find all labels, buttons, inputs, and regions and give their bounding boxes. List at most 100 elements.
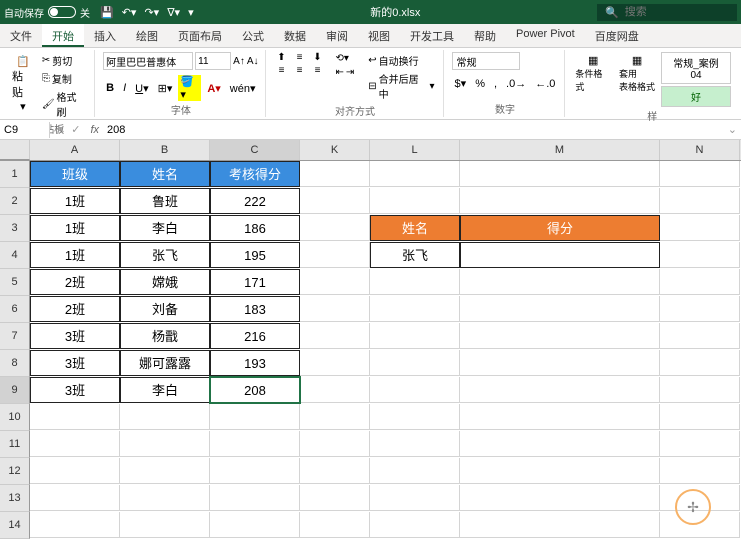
cell-B6[interactable]: 刘备 — [120, 296, 210, 322]
col-header-L[interactable]: L — [370, 140, 460, 160]
align-left-icon[interactable]: ≡ — [274, 65, 290, 76]
cell-B8[interactable]: 娜可露露 — [120, 350, 210, 376]
search-input[interactable] — [625, 6, 729, 18]
cell-C2[interactable]: 222 — [210, 188, 300, 214]
cell-A11[interactable] — [30, 431, 120, 457]
cell-C7[interactable]: 216 — [210, 323, 300, 349]
cell-L13[interactable] — [370, 485, 460, 511]
cell-L1[interactable] — [370, 161, 460, 187]
cell-K14[interactable] — [300, 512, 370, 538]
col-header-M[interactable]: M — [460, 140, 660, 160]
cell-N2[interactable] — [660, 188, 740, 214]
cell-A14[interactable] — [30, 512, 120, 538]
cell-L6[interactable] — [370, 296, 460, 322]
cell-M4[interactable] — [460, 242, 660, 268]
cell-A12[interactable] — [30, 458, 120, 484]
cell-A1[interactable]: 班级 — [30, 161, 120, 187]
cell-B7[interactable]: 杨戬 — [120, 323, 210, 349]
tab-审阅[interactable]: 审阅 — [316, 24, 358, 47]
align-right-icon[interactable]: ≡ — [310, 65, 326, 76]
cell-A7[interactable]: 3班 — [30, 323, 120, 349]
cell-N3[interactable] — [660, 215, 740, 241]
italic-button[interactable]: I — [120, 81, 129, 95]
cell-N8[interactable] — [660, 350, 740, 376]
tab-视图[interactable]: 视图 — [358, 24, 400, 47]
select-all-corner[interactable] — [0, 140, 30, 160]
cell-K6[interactable] — [300, 296, 370, 322]
redo-icon[interactable]: ↷▾ — [144, 6, 159, 19]
cell-B2[interactable]: 鲁班 — [120, 188, 210, 214]
cell-L10[interactable] — [370, 404, 460, 430]
cell-A4[interactable]: 1班 — [30, 242, 120, 268]
cell-B13[interactable] — [120, 485, 210, 511]
tab-数据[interactable]: 数据 — [274, 24, 316, 47]
cell-A5[interactable]: 2班 — [30, 269, 120, 295]
paste-button[interactable]: 📋 粘贴 ▾ — [10, 52, 36, 115]
row-header-12[interactable]: 12 — [0, 458, 30, 485]
row-header-4[interactable]: 4 — [0, 242, 30, 269]
tab-Power Pivot[interactable]: Power Pivot — [506, 24, 585, 47]
row-header-11[interactable]: 11 — [0, 431, 30, 458]
cell-L4[interactable]: 张飞 — [370, 242, 460, 268]
row-header-7[interactable]: 7 — [0, 323, 30, 350]
row-header-3[interactable]: 3 — [0, 215, 30, 242]
filter-icon[interactable]: ∇▾ — [167, 6, 180, 19]
increase-decimal-icon[interactable]: .0→ — [503, 77, 529, 91]
currency-icon[interactable]: $▾ — [452, 76, 470, 91]
cell-C3[interactable]: 186 — [210, 215, 300, 241]
cell-K8[interactable] — [300, 350, 370, 376]
indent-decrease-icon[interactable]: ⇤ — [336, 67, 344, 78]
row-header-6[interactable]: 6 — [0, 296, 30, 323]
row-header-5[interactable]: 5 — [0, 269, 30, 296]
cell-K12[interactable] — [300, 458, 370, 484]
tab-开发工具[interactable]: 开发工具 — [400, 24, 464, 47]
row-header-2[interactable]: 2 — [0, 188, 30, 215]
row-header-9[interactable]: 9 — [0, 377, 30, 404]
tab-公式[interactable]: 公式 — [232, 24, 274, 47]
tab-百度网盘[interactable]: 百度网盘 — [585, 24, 649, 47]
cell-M2[interactable] — [460, 188, 660, 214]
cell-K3[interactable] — [300, 215, 370, 241]
cell-A10[interactable] — [30, 404, 120, 430]
cell-B4[interactable]: 张飞 — [120, 242, 210, 268]
cancel-formula-icon[interactable]: ✕ — [56, 123, 65, 136]
cell-B11[interactable] — [120, 431, 210, 457]
cell-M10[interactable] — [460, 404, 660, 430]
autosave-toggle[interactable]: 自动保存 关 — [4, 5, 90, 20]
cell-M8[interactable] — [460, 350, 660, 376]
cell-K13[interactable] — [300, 485, 370, 511]
save-icon[interactable]: 💾 — [100, 6, 114, 19]
tab-插入[interactable]: 插入 — [84, 24, 126, 47]
cell-L8[interactable] — [370, 350, 460, 376]
cell-M7[interactable] — [460, 323, 660, 349]
style-normal[interactable]: 常规_案例04 — [661, 52, 731, 84]
tab-帮助[interactable]: 帮助 — [464, 24, 506, 47]
col-header-B[interactable]: B — [120, 140, 210, 160]
fill-color-button[interactable]: 🪣▾ — [178, 75, 201, 101]
orientation-icon[interactable]: ⟲▾ — [336, 53, 349, 64]
border-button[interactable]: ⊞▾ — [155, 81, 176, 96]
cell-M6[interactable] — [460, 296, 660, 322]
indent-increase-icon[interactable]: ⇥ — [346, 67, 354, 78]
number-format-select[interactable] — [452, 52, 520, 70]
search-box[interactable]: 🔍 — [597, 4, 737, 21]
cell-N6[interactable] — [660, 296, 740, 322]
cell-C14[interactable] — [210, 512, 300, 538]
col-header-K[interactable]: K — [300, 140, 370, 160]
cell-L14[interactable] — [370, 512, 460, 538]
row-header-14[interactable]: 14 — [0, 512, 30, 539]
fx-icon[interactable]: fx — [86, 124, 103, 136]
cell-B5[interactable]: 嫦娥 — [120, 269, 210, 295]
cell-A6[interactable]: 2班 — [30, 296, 120, 322]
cell-N7[interactable] — [660, 323, 740, 349]
cell-M11[interactable] — [460, 431, 660, 457]
cell-M9[interactable] — [460, 377, 660, 403]
cell-B1[interactable]: 姓名 — [120, 161, 210, 187]
cell-C1[interactable]: 考核得分 — [210, 161, 300, 187]
bold-button[interactable]: B — [103, 81, 117, 95]
cell-B10[interactable] — [120, 404, 210, 430]
cell-B14[interactable] — [120, 512, 210, 538]
tab-页面布局[interactable]: 页面布局 — [168, 24, 232, 47]
style-good[interactable]: 好 — [661, 86, 731, 107]
worksheet-grid[interactable]: ABCKLMN 1班级姓名考核得分21班鲁班22231班李白186姓名得分41班… — [0, 140, 741, 555]
